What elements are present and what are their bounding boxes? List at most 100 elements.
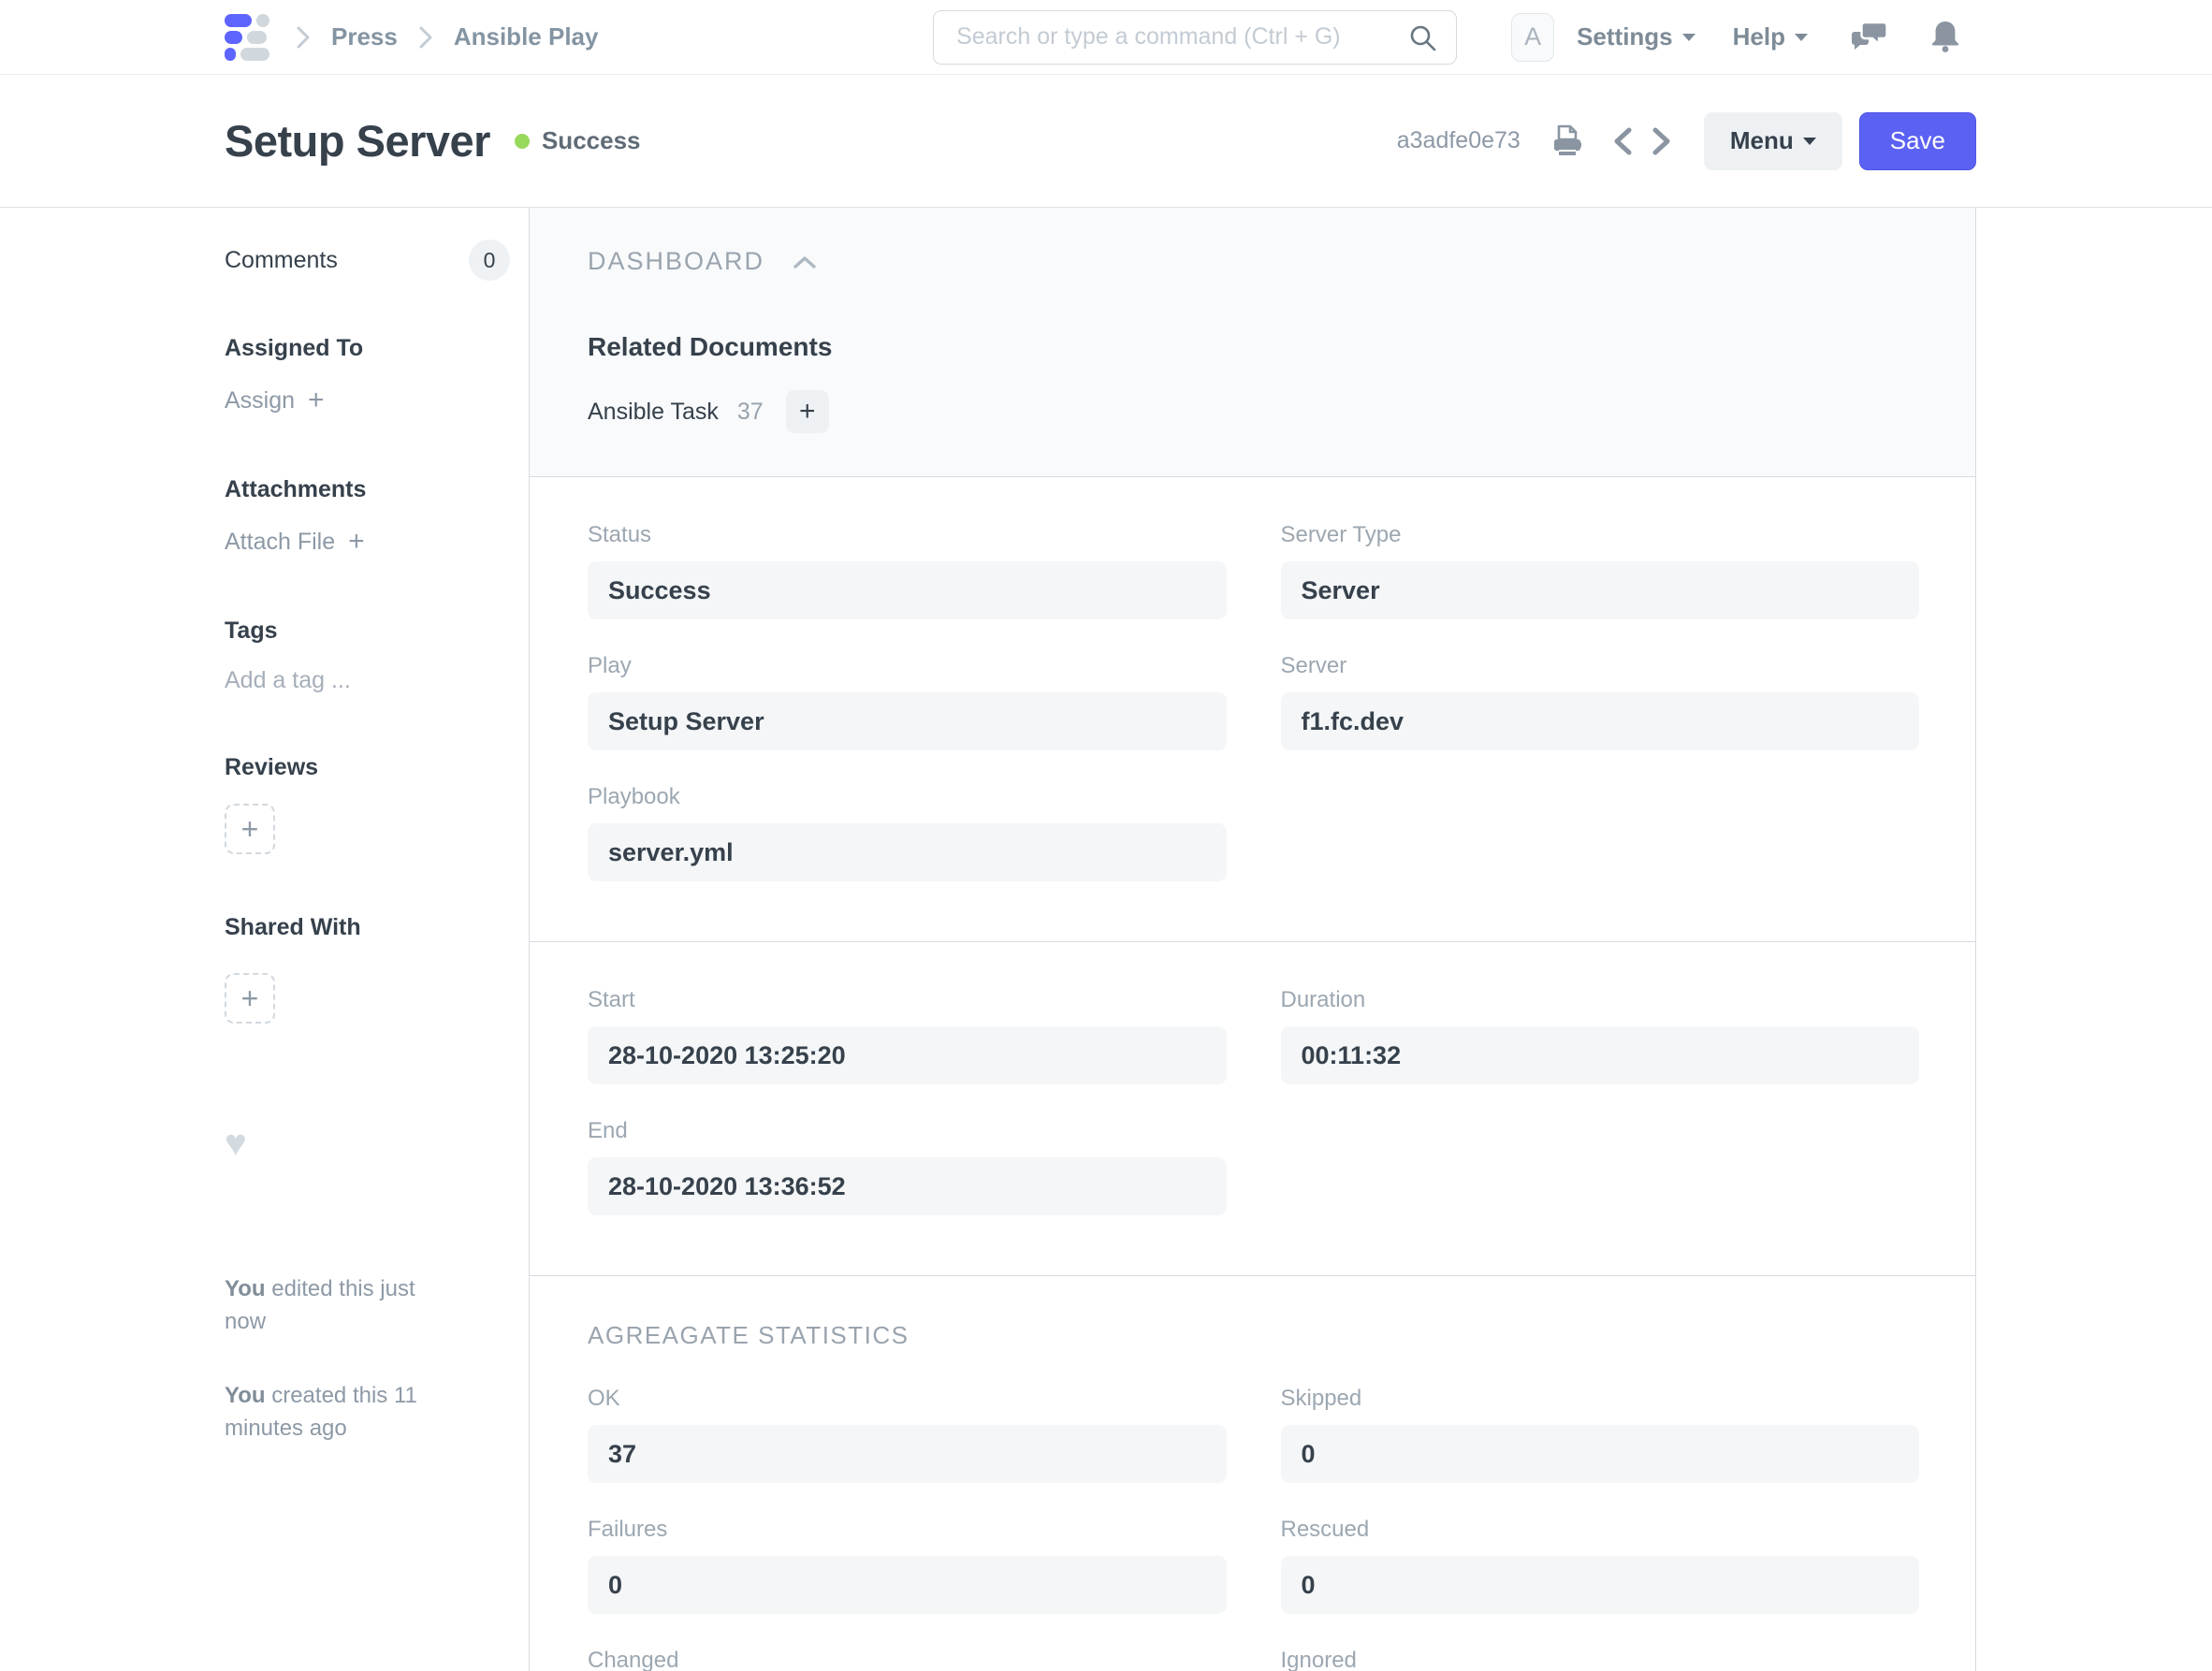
field-label: Rescued <box>1281 1517 1920 1543</box>
status-indicator-label: Success <box>542 126 641 155</box>
breadcrumb-item-press[interactable]: Press <box>331 22 398 51</box>
created-meta: You created this 11 minutes ago <box>225 1379 458 1445</box>
sidebar-item-comments[interactable]: Comments 0 <box>225 240 510 281</box>
field-label: Skipped <box>1281 1386 1920 1412</box>
chevron-down-icon <box>1795 34 1808 48</box>
field-status: Status Success <box>588 522 1227 619</box>
global-search <box>933 10 1457 65</box>
field-value[interactable]: Server <box>1281 561 1920 619</box>
field-label: Duration <box>1281 987 1920 1013</box>
field-label: Failures <box>588 1517 1227 1543</box>
field-server-type: Server Type Server <box>1281 522 1920 619</box>
status-dot-icon <box>515 134 530 149</box>
chevron-up-icon[interactable] <box>793 254 817 269</box>
plus-icon: + <box>348 528 365 556</box>
field-value[interactable]: 0 <box>588 1556 1227 1614</box>
field-value[interactable]: 37 <box>588 1425 1227 1483</box>
breadcrumb: Press Ansible Play <box>296 22 598 51</box>
assign-button[interactable]: Assign + <box>225 386 529 414</box>
save-button[interactable]: Save <box>1859 112 1976 170</box>
help-label: Help <box>1733 22 1785 51</box>
document-id: a3adfe0e73 <box>1397 127 1521 154</box>
search-icon <box>1408 23 1438 58</box>
field-end: End 28-10-2020 13:36:52 <box>588 1118 1227 1215</box>
add-review-button[interactable]: + <box>225 804 275 854</box>
avatar[interactable]: A <box>1511 13 1554 62</box>
field-ignored: Ignored 0 <box>1281 1648 1920 1671</box>
edited-who: You <box>225 1276 266 1301</box>
dashboard-title: DASHBOARD <box>588 247 764 276</box>
field-value[interactable]: Setup Server <box>588 692 1227 750</box>
field-playbook: Playbook server.yml <box>588 784 1227 881</box>
chevron-right-icon <box>296 24 311 51</box>
edited-meta: You edited this just now <box>225 1272 458 1338</box>
field-duration: Duration 00:11:32 <box>1281 987 1920 1084</box>
field-value[interactable]: server.yml <box>588 823 1227 881</box>
prev-document-icon[interactable] <box>1610 125 1635 157</box>
field-start: Start 28-10-2020 13:25:20 <box>588 987 1227 1084</box>
field-rescued: Rescued 0 <box>1281 1517 1920 1614</box>
field-label: Play <box>588 653 1227 679</box>
dashboard-header: DASHBOARD <box>588 247 1919 276</box>
form-dashboard: DASHBOARD Related Documents Ansible Task… <box>530 208 1975 477</box>
like-heart-icon[interactable]: ♥ <box>225 1125 529 1162</box>
menu-button[interactable]: Menu <box>1704 112 1842 170</box>
chevron-down-icon <box>1803 138 1816 152</box>
form-sidebar: Comments 0 Assigned To Assign + Attachme… <box>225 208 529 1671</box>
related-documents-heading: Related Documents <box>588 332 1919 362</box>
field-value[interactable]: 0 <box>1281 1556 1920 1614</box>
form-section-aggregate-statistics: AGREAGATE STATISTICS OK 37 Skipped 0 Fai… <box>530 1276 1975 1671</box>
field-label: Ignored <box>1281 1648 1920 1671</box>
aggregate-statistics-heading: AGREAGATE STATISTICS <box>588 1321 1919 1350</box>
field-value[interactable]: f1.fc.dev <box>1281 692 1920 750</box>
field-server: Server f1.fc.dev <box>1281 653 1920 750</box>
comments-count-badge: 0 <box>469 240 510 281</box>
menu-button-label: Menu <box>1730 126 1794 155</box>
field-value[interactable]: 28-10-2020 13:36:52 <box>588 1157 1227 1215</box>
field-ok: OK 37 <box>588 1386 1227 1483</box>
add-related-doc-button[interactable]: + <box>786 390 829 433</box>
status-indicator: Success <box>515 126 641 155</box>
related-doc-count: 37 <box>737 399 764 426</box>
shared-with-heading: Shared With <box>225 914 529 941</box>
chevron-right-icon <box>418 24 433 51</box>
form-layout: Comments 0 Assigned To Assign + Attachme… <box>0 208 2212 1671</box>
attach-file-label: Attach File <box>225 529 335 556</box>
attachments-heading: Attachments <box>225 476 529 503</box>
field-skipped: Skipped 0 <box>1281 1386 1920 1483</box>
print-icon[interactable] <box>1549 123 1586 160</box>
next-document-icon[interactable] <box>1650 125 1674 157</box>
field-label: Server <box>1281 653 1920 679</box>
field-play: Play Setup Server <box>588 653 1227 750</box>
breadcrumb-item-ansible-play[interactable]: Ansible Play <box>454 22 599 51</box>
page-actions: a3adfe0e73 Menu Save <box>1397 112 1976 170</box>
add-share-button[interactable]: + <box>225 973 275 1024</box>
field-label: Server Type <box>1281 522 1920 548</box>
chat-icon[interactable] <box>1851 19 1890 56</box>
field-value[interactable]: Success <box>588 561 1227 619</box>
settings-menu[interactable]: Settings <box>1577 22 1695 51</box>
page-head: Setup Server Success a3adfe0e73 Menu Sa <box>0 75 2212 208</box>
settings-label: Settings <box>1577 22 1673 51</box>
field-value[interactable]: 00:11:32 <box>1281 1026 1920 1084</box>
field-label: End <box>588 1118 1227 1144</box>
assigned-to-heading: Assigned To <box>225 335 529 362</box>
app-logo-icon[interactable] <box>225 14 271 61</box>
created-action: created this <box>271 1383 387 1408</box>
tags-heading: Tags <box>225 618 529 645</box>
related-doc-ansible-task[interactable]: Ansible Task <box>588 399 719 426</box>
field-label: Playbook <box>588 784 1227 810</box>
related-document-row: Ansible Task 37 + <box>588 390 1919 433</box>
field-label: Changed <box>588 1648 1227 1671</box>
field-value[interactable]: 28-10-2020 13:25:20 <box>588 1026 1227 1084</box>
attach-file-button[interactable]: Attach File + <box>225 528 529 556</box>
help-menu[interactable]: Help <box>1733 22 1808 51</box>
field-changed: Changed 37 <box>588 1648 1227 1671</box>
assign-label: Assign <box>225 387 295 414</box>
field-label: OK <box>588 1386 1227 1412</box>
plus-icon: + <box>308 386 325 414</box>
field-value[interactable]: 0 <box>1281 1425 1920 1483</box>
add-tag-input[interactable]: Add a tag ... <box>225 667 529 694</box>
search-input[interactable] <box>933 10 1457 65</box>
notifications-bell-icon[interactable] <box>1929 19 1961 56</box>
